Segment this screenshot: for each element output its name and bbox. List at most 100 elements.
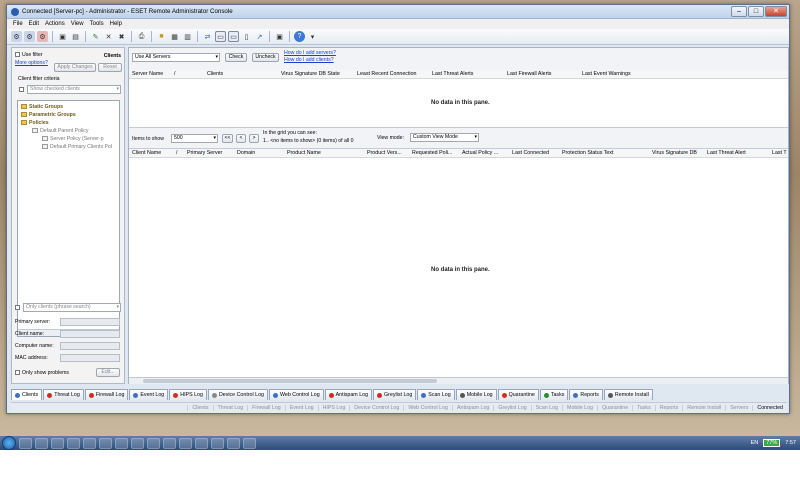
tab-event-log[interactable]: Event Log bbox=[129, 389, 169, 400]
tab-firewall-log[interactable]: Firewall Log bbox=[84, 389, 129, 400]
status-firewall-log[interactable]: Firewall Log bbox=[247, 405, 285, 411]
tree-default-parent-policy[interactable]: Default Parent Policy bbox=[32, 128, 88, 134]
tab-antispam-log[interactable]: Antispam Log bbox=[324, 389, 373, 400]
add-servers-link[interactable]: How do I add servers? bbox=[284, 50, 336, 56]
col-last-connected[interactable]: Last Connected bbox=[512, 150, 549, 156]
col-requested-policy[interactable]: Requested Poli... bbox=[412, 150, 452, 156]
taskbar-explorer-icon[interactable] bbox=[35, 437, 48, 449]
menu-view[interactable]: View bbox=[71, 21, 84, 27]
taskbar-media-icon[interactable] bbox=[51, 437, 64, 449]
only-clients-dropdown[interactable]: Only clients (phrase search) bbox=[23, 303, 121, 312]
cancel-icon[interactable]: ✕ bbox=[103, 31, 114, 42]
document-icon[interactable]: ▦ bbox=[169, 31, 180, 42]
tab-clients[interactable]: Clients bbox=[11, 389, 43, 400]
battery-indicator[interactable]: 77% bbox=[763, 439, 781, 447]
tab-remote-install[interactable]: Remote Install bbox=[603, 389, 653, 400]
col-primary-server[interactable]: Primary Server bbox=[187, 150, 222, 156]
tab-reports[interactable]: Reports bbox=[569, 389, 603, 400]
taskbar-app-icon[interactable] bbox=[163, 437, 176, 449]
col-last-firewall-alerts[interactable]: Last Firewall Alerts bbox=[507, 71, 551, 77]
col-least-recent-connection[interactable]: Least Recent Connection bbox=[357, 71, 416, 77]
taskbar-app-icon[interactable] bbox=[179, 437, 192, 449]
print-icon[interactable]: ▤ bbox=[70, 31, 81, 42]
status-event-log[interactable]: Event Log bbox=[284, 405, 318, 411]
status-device-control-log[interactable]: Device Control Log bbox=[349, 405, 403, 411]
tab-threat-log[interactable]: Threat Log bbox=[43, 389, 84, 400]
col-domain[interactable]: Domain bbox=[237, 150, 255, 156]
tab-greylist-log[interactable]: Greylist Log bbox=[373, 389, 417, 400]
language-indicator[interactable]: EN bbox=[751, 440, 759, 446]
apply-changes-button[interactable]: Apply Changes bbox=[54, 63, 96, 72]
prev-page-button[interactable]: < bbox=[236, 134, 246, 143]
col-last-threat-alert[interactable]: Last Threat Alert bbox=[707, 150, 746, 156]
delete-icon[interactable]: ✖ bbox=[116, 31, 127, 42]
tree-static-groups[interactable]: Static Groups bbox=[21, 104, 63, 110]
tree-policies[interactable]: Policies bbox=[21, 120, 49, 126]
clients-horizontal-scrollbar[interactable] bbox=[129, 377, 788, 384]
tree-default-primary-clients-policy[interactable]: Default Primary Clients Pol bbox=[42, 144, 112, 150]
next-page-button[interactable]: > bbox=[249, 134, 259, 143]
taskbar-app-icon[interactable] bbox=[131, 437, 144, 449]
taskbar-app-icon[interactable] bbox=[83, 437, 96, 449]
help-icon[interactable]: ? bbox=[294, 31, 305, 42]
status-web-control-log[interactable]: Web Control Log bbox=[403, 405, 452, 411]
col-protection-status[interactable]: Protection Status Text bbox=[562, 150, 613, 156]
col-last-event-warnings[interactable]: Last Event Warnings bbox=[582, 71, 631, 77]
col-last-threat-alerts[interactable]: Last Threat Alerts bbox=[432, 71, 473, 77]
status-greylist-log[interactable]: Greylist Log bbox=[493, 405, 530, 411]
tab-hips-log[interactable]: HIPS Log bbox=[169, 389, 207, 400]
sync-icon[interactable]: ⇄ bbox=[202, 31, 213, 42]
tree-parametric-groups[interactable]: Parametric Groups bbox=[21, 112, 76, 118]
window-icon[interactable]: ▣ bbox=[274, 31, 285, 42]
status-clients[interactable]: Clients bbox=[187, 405, 212, 411]
clock[interactable]: 7:57 bbox=[785, 440, 796, 446]
tab-device-control-log[interactable]: Device Control Log bbox=[207, 389, 268, 400]
only-problems-checkbox[interactable]: Only show problems bbox=[15, 370, 69, 376]
tree-server-policy[interactable]: Server Policy (Server-p bbox=[42, 136, 104, 142]
taskbar-app-icon[interactable] bbox=[243, 437, 256, 449]
taskbar-app-icon[interactable] bbox=[227, 437, 240, 449]
folder-icon[interactable]: ■ bbox=[156, 31, 167, 42]
show-checked-checkbox[interactable] bbox=[19, 87, 26, 93]
col-product-version[interactable]: Product Vers... bbox=[367, 150, 402, 156]
list-icon[interactable]: ▥ bbox=[182, 31, 193, 42]
menu-file[interactable]: File bbox=[13, 21, 23, 27]
export-icon[interactable]: ↗ bbox=[254, 31, 265, 42]
status-hips-log[interactable]: HIPS Log bbox=[317, 405, 350, 411]
edit-icon[interactable]: ✎ bbox=[90, 31, 101, 42]
status-antispam-log[interactable]: Antispam Log bbox=[451, 405, 493, 411]
col-last-truncated[interactable]: Last T bbox=[772, 150, 787, 156]
taskbar-ie-icon[interactable] bbox=[19, 437, 32, 449]
server-select-dropdown[interactable]: Use All Servers bbox=[132, 53, 220, 62]
computer-name-field[interactable] bbox=[60, 342, 120, 350]
status-threat-log[interactable]: Threat Log bbox=[212, 405, 248, 411]
menu-actions[interactable]: Actions bbox=[45, 21, 65, 27]
tab-quarantine[interactable]: Quarantine bbox=[497, 389, 539, 400]
status-mobile-log[interactable]: Mobile Log bbox=[562, 405, 597, 411]
check-button[interactable]: Check bbox=[225, 53, 247, 62]
layout-split-icon[interactable]: ▭ bbox=[228, 31, 239, 42]
view-mode-dropdown[interactable]: Custom View Mode bbox=[410, 133, 479, 142]
disconnect-icon[interactable]: ⚙ bbox=[24, 31, 35, 42]
uncheck-button[interactable]: Uncheck bbox=[252, 53, 279, 62]
refresh-icon[interactable]: ⚙ bbox=[37, 31, 48, 42]
computer-icon[interactable]: ▣ bbox=[57, 31, 68, 42]
status-servers[interactable]: Servers bbox=[725, 405, 752, 411]
col-virus-signature-db[interactable]: Virus Signature DB bbox=[652, 150, 697, 156]
client-name-field[interactable] bbox=[60, 330, 120, 338]
col-clients[interactable]: Clients bbox=[207, 71, 223, 77]
status-quarantine[interactable]: Quarantine bbox=[596, 405, 632, 411]
only-clients-checkbox[interactable] bbox=[15, 305, 22, 311]
col-server-name[interactable]: Server Name bbox=[132, 71, 163, 77]
taskbar-app-icon[interactable] bbox=[147, 437, 160, 449]
connect-icon[interactable]: ⚙ bbox=[11, 31, 22, 42]
taskbar-app-icon[interactable] bbox=[115, 437, 128, 449]
taskbar-chrome-icon[interactable] bbox=[67, 437, 80, 449]
status-tasks[interactable]: Tasks bbox=[632, 405, 655, 411]
taskbar-app-icon[interactable] bbox=[195, 437, 208, 449]
mac-address-field[interactable] bbox=[60, 354, 120, 362]
scrollbar-thumb[interactable] bbox=[143, 379, 437, 383]
tab-web-control-log[interactable]: Web Control Log bbox=[268, 389, 324, 400]
tab-mobile-log[interactable]: Mobile Log bbox=[455, 389, 497, 400]
reset-button[interactable]: Reset bbox=[98, 63, 122, 72]
